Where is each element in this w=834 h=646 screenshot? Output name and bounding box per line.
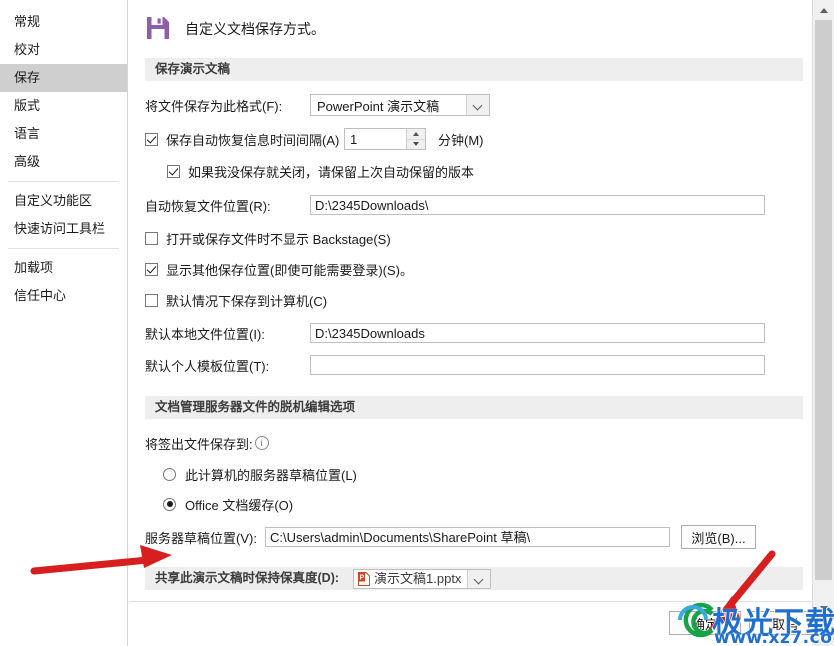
server-draft-path-label: 服务器草稿位置(V): — [145, 530, 257, 546]
sidebar-item-trust-center[interactable]: 信任中心 — [0, 282, 127, 310]
fidelity-title: 共享此演示文稿时保持保真度(D): — [155, 571, 340, 585]
autorecover-path-input[interactable]: D:\2345Downloads\ — [310, 195, 765, 215]
stepper-up-icon[interactable] — [407, 129, 425, 140]
dialog-footer: 确定 取消 — [129, 601, 821, 646]
scrollbar-thumb[interactable] — [815, 20, 832, 580]
sidebar-divider — [8, 181, 119, 182]
row-default-local-path: 默认本地文件位置(I): D:\2345Downloads — [129, 321, 812, 345]
sidebar-divider — [8, 248, 119, 249]
autorecover-checkbox[interactable] — [145, 132, 158, 146]
sidebar-item-layout[interactable]: 版式 — [0, 92, 127, 120]
sidebar-item-label: 版式 — [14, 98, 41, 113]
browse-button[interactable]: 浏览(B)... — [681, 525, 756, 549]
default-template-path-input[interactable] — [310, 355, 765, 375]
svg-text:P: P — [360, 574, 365, 581]
row-checkout-location: 将签出文件保存到: i — [129, 431, 812, 455]
office-cache-radio[interactable] — [163, 497, 176, 511]
sidebar-item-language[interactable]: 语言 — [0, 120, 127, 148]
autorecover-minutes-value: 1 — [350, 131, 358, 147]
sidebar-item-label: 自定义功能区 — [14, 193, 93, 208]
section-header-save-presentations: 保存演示文稿 — [145, 58, 803, 81]
row-autorecover-path: 自动恢复文件位置(R): D:\2345Downloads\ — [129, 193, 812, 217]
default-local-path-label: 默认本地文件位置(I): — [145, 326, 265, 342]
sidebar-item-label: 语言 — [14, 126, 41, 141]
sidebar-item-label: 校对 — [14, 42, 41, 57]
row-autorecover-interval: 保存自动恢复信息时间间隔(A) 1 分钟(M) — [129, 127, 812, 151]
fidelity-file-value: 演示文稿1.pptx — [374, 571, 462, 586]
sidebar-item-label: 快速访问工具栏 — [14, 221, 106, 236]
section-header-fidelity: 共享此演示文稿时保持保真度(D): P 演示文稿1.pptx — [145, 567, 803, 590]
no-backstage-label: 打开或保存文件时不显示 Backstage(S) — [166, 231, 391, 247]
row-server-draft-path: 服务器草稿位置(V): C:\Users\admin\Documents\Sha… — [129, 525, 812, 549]
default-local-path-input[interactable]: D:\2345Downloads — [310, 323, 765, 343]
sidebar-item-addins[interactable]: 加载项 — [0, 254, 127, 282]
chevron-down-icon[interactable] — [466, 95, 489, 115]
sidebar-item-customize-ribbon[interactable]: 自定义功能区 — [0, 187, 127, 215]
keep-last-autosaved-checkbox[interactable] — [167, 164, 180, 178]
autorecover-label: 保存自动恢复信息时间间隔(A) — [166, 132, 340, 148]
sidebar-item-proofing[interactable]: 校对 — [0, 36, 127, 64]
office-cache-label: Office 文档缓存(O) — [185, 497, 294, 513]
checkout-location-label: 将签出文件保存到: — [145, 436, 253, 452]
save-to-computer-label: 默认情况下保存到计算机(C) — [166, 293, 328, 309]
fidelity-file-combobox[interactable]: P 演示文稿1.pptx — [353, 568, 492, 589]
server-drafts-radio[interactable] — [163, 467, 176, 481]
row-save-format: 将文件保存为此格式(F): PowerPoint 演示文稿 — [129, 93, 812, 117]
row-no-backstage: 打开或保存文件时不显示 Backstage(S) — [129, 226, 812, 250]
row-keep-last-autosaved: 如果我没保存就关闭，请保留上次自动保留的版本 — [129, 159, 812, 183]
no-backstage-checkbox[interactable] — [145, 231, 158, 245]
save-to-computer-checkbox[interactable] — [145, 293, 158, 307]
sidebar-item-label: 加载项 — [14, 260, 54, 275]
info-icon[interactable]: i — [254, 436, 269, 450]
vertical-scrollbar[interactable] — [812, 0, 834, 646]
sidebar-item-label: 常规 — [14, 14, 41, 29]
sidebar-item-label: 信任中心 — [14, 288, 67, 303]
row-default-template-path: 默认个人模板位置(T): — [129, 353, 812, 377]
sidebar-item-label: 保存 — [14, 70, 41, 85]
row-save-to-computer: 默认情况下保存到计算机(C) — [129, 288, 812, 312]
keep-last-autosaved-label: 如果我没保存就关闭，请保留上次自动保留的版本 — [188, 164, 475, 180]
sidebar-item-advanced[interactable]: 高级 — [0, 148, 127, 176]
pane-header: 自定义文档保存方式。 — [129, 0, 812, 58]
autorecover-path-label: 自动恢复文件位置(R): — [145, 198, 271, 214]
stepper-down-icon[interactable] — [407, 139, 425, 149]
save-floppy-icon — [145, 15, 171, 44]
options-content-pane: 自定义文档保存方式。 保存演示文稿 将文件保存为此格式(F): PowerPoi… — [129, 0, 812, 646]
options-sidebar: 常规 校对 保存 版式 语言 高级 自定义功能区 快速访问工具栏 加载项 信任中… — [0, 0, 128, 646]
scroll-down-arrow-icon[interactable] — [813, 598, 834, 618]
sidebar-item-quick-access-toolbar[interactable]: 快速访问工具栏 — [0, 215, 127, 243]
ok-button[interactable]: 确定 — [669, 611, 741, 635]
sidebar-item-general[interactable]: 常规 — [0, 8, 127, 36]
sidebar-item-save[interactable]: 保存 — [0, 64, 127, 92]
row-show-other-locations: 显示其他保存位置(即使可能需要登录)(S)。 — [129, 257, 812, 281]
section-header-offline-editing: 文档管理服务器文件的脱机编辑选项 — [145, 396, 803, 419]
scroll-up-arrow-icon[interactable] — [813, 0, 834, 20]
show-other-locations-checkbox[interactable] — [145, 262, 158, 276]
row-radio-office-cache: Office 文档缓存(O) — [129, 492, 812, 516]
sidebar-item-label: 高级 — [14, 154, 41, 169]
autorecover-minutes-stepper[interactable]: 1 — [344, 128, 426, 150]
server-drafts-label: 此计算机的服务器草稿位置(L) — [185, 467, 357, 483]
show-other-locations-label: 显示其他保存位置(即使可能需要登录)(S)。 — [166, 262, 413, 278]
powerpoint-options-dialog: 常规 校对 保存 版式 语言 高级 自定义功能区 快速访问工具栏 加载项 信任中… — [0, 0, 834, 646]
server-draft-path-input[interactable]: C:\Users\admin\Documents\SharePoint 草稿\ — [265, 527, 670, 547]
save-format-label: 将文件保存为此格式(F): — [145, 98, 283, 114]
row-radio-server-drafts: 此计算机的服务器草稿位置(L) — [129, 462, 812, 486]
save-format-value: PowerPoint 演示文稿 — [317, 98, 440, 114]
cancel-button[interactable]: 取消 — [749, 611, 821, 635]
default-template-path-label: 默认个人模板位置(T): — [145, 358, 270, 374]
powerpoint-file-icon: P — [358, 571, 371, 586]
chevron-down-icon[interactable] — [467, 569, 491, 588]
page-title: 自定义文档保存方式。 — [185, 21, 325, 37]
save-format-combobox[interactable]: PowerPoint 演示文稿 — [310, 94, 490, 116]
minutes-label: 分钟(M) — [438, 132, 484, 148]
